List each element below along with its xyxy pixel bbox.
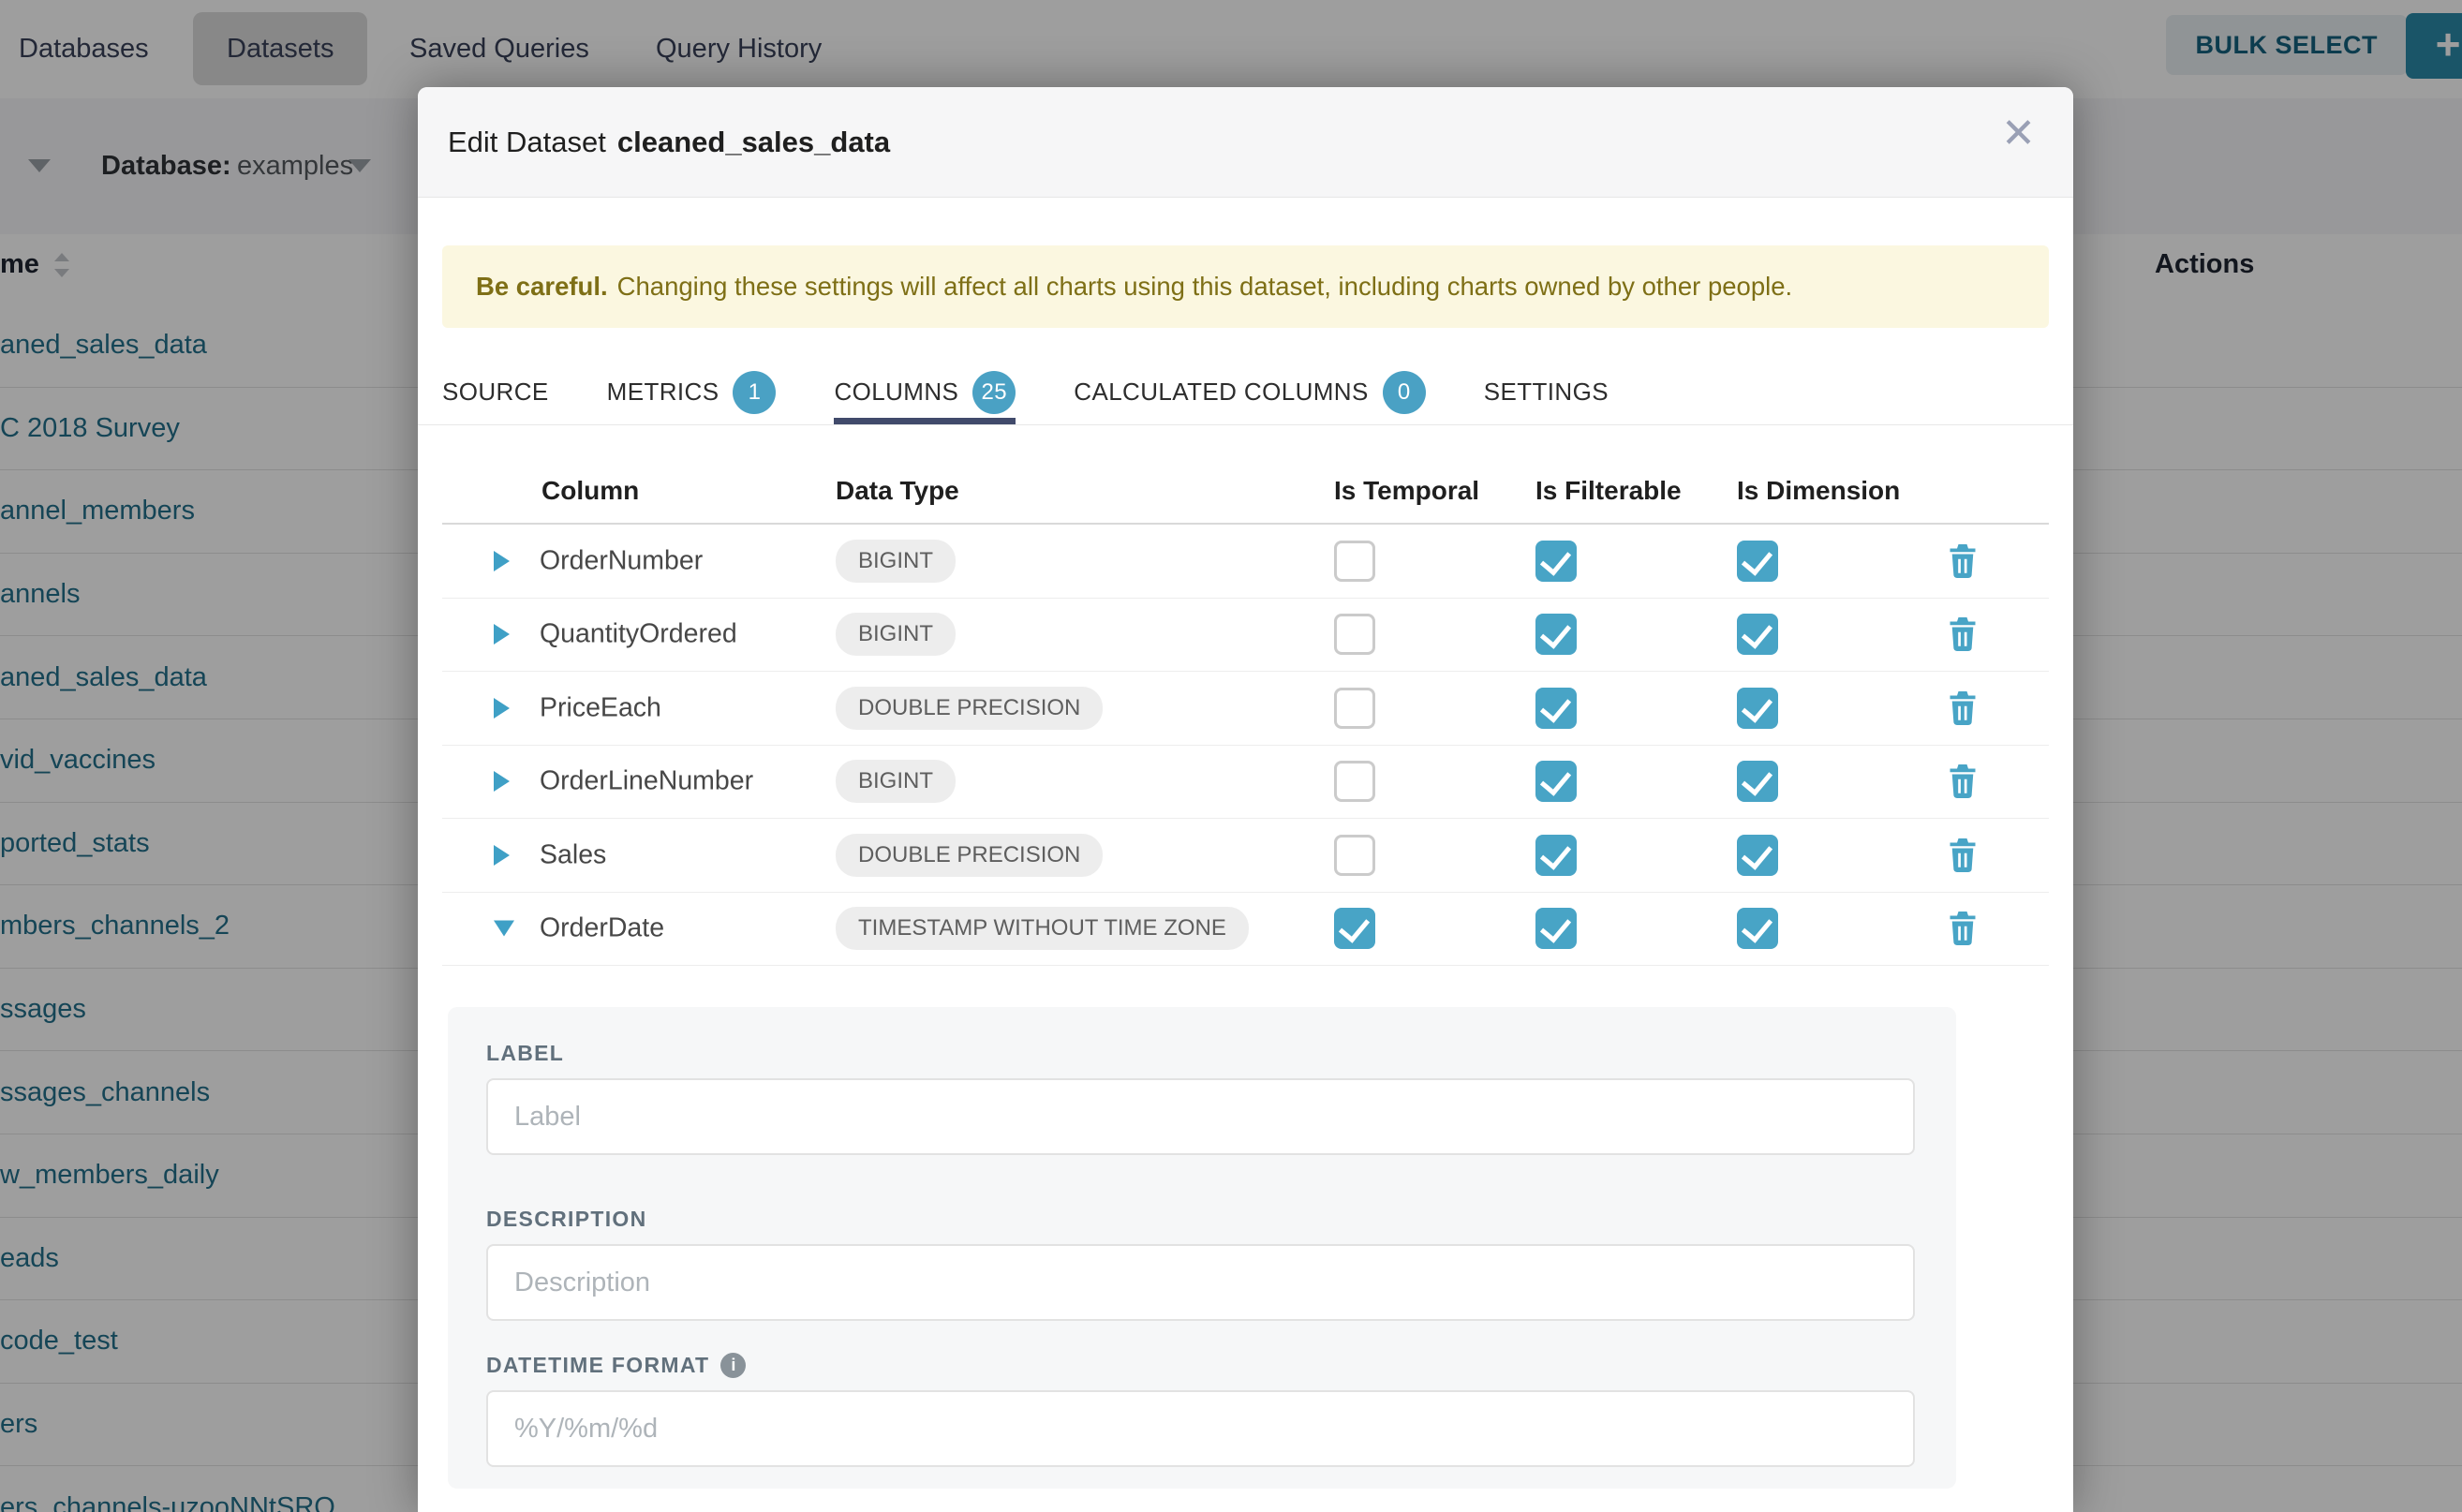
is-dimension-checkbox[interactable] (1737, 688, 1778, 729)
header-is-filterable: Is Filterable (1535, 476, 1682, 506)
datetime-format-input[interactable] (486, 1390, 1915, 1467)
is-temporal-checkbox[interactable] (1334, 688, 1375, 729)
is-filterable-checkbox[interactable] (1535, 835, 1577, 876)
is-dimension-checkbox[interactable] (1737, 541, 1778, 582)
expand-caret-icon[interactable] (494, 698, 510, 719)
tab-label: CALCULATED COLUMNS (1074, 378, 1368, 407)
header-data-type: Data Type (836, 476, 959, 506)
is-dimension-checkbox[interactable] (1737, 614, 1778, 655)
is-temporal-checkbox[interactable] (1334, 761, 1375, 802)
label-input[interactable] (486, 1078, 1915, 1155)
collapse-caret-icon[interactable] (494, 921, 514, 937)
tab-calculated-columns[interactable]: CALCULATED COLUMNS 0 (1074, 360, 1425, 424)
data-type-pill: TIMESTAMP WITHOUT TIME ZONE (836, 907, 1249, 950)
table-row: QuantityOrdered BIGINT (442, 599, 2049, 673)
delete-icon[interactable] (1946, 837, 1980, 874)
tab-metrics[interactable]: METRICS 1 (607, 360, 777, 424)
description-field-label: DESCRIPTION (486, 1207, 1956, 1232)
delete-icon[interactable] (1946, 615, 1980, 653)
column-detail-panel: LABEL DESCRIPTION DATETIME FORMAT i (448, 1007, 1956, 1489)
is-filterable-checkbox[interactable] (1535, 688, 1577, 729)
edit-dataset-modal: Edit Dataset cleaned_sales_data ✕ Be care… (418, 87, 2073, 1512)
modal-title: Edit Dataset cleaned_sales_data (448, 126, 890, 159)
modal-tabs: SOURCE METRICS 1 COLUMNS 25 CALCULATED COL… (418, 360, 2073, 425)
data-type-pill: BIGINT (836, 540, 956, 583)
is-filterable-checkbox[interactable] (1535, 761, 1577, 802)
is-temporal-checkbox[interactable] (1334, 908, 1375, 949)
expand-caret-icon[interactable] (494, 845, 510, 866)
column-name: Sales (540, 839, 606, 870)
table-row: OrderLineNumber BIGINT (442, 746, 2049, 820)
table-row-expanded: OrderDate TIMESTAMP WITHOUT TIME ZONE (442, 893, 2049, 967)
is-temporal-checkbox[interactable] (1334, 614, 1375, 655)
table-row: PriceEach DOUBLE PRECISION (442, 672, 2049, 746)
header-column: Column (541, 476, 639, 506)
column-name: OrderDate (540, 913, 664, 944)
expand-caret-icon[interactable] (494, 624, 510, 645)
tab-settings[interactable]: SETTINGS (1484, 360, 1609, 424)
count-badge: 25 (972, 371, 1016, 414)
columns-table-header: Column Data Type Is Temporal Is Filterab… (442, 425, 2049, 525)
tab-columns[interactable]: COLUMNS 25 (834, 360, 1016, 424)
is-dimension-checkbox[interactable] (1737, 908, 1778, 949)
delete-icon[interactable] (1946, 910, 1980, 947)
count-badge: 1 (733, 371, 776, 414)
data-type-pill: DOUBLE PRECISION (836, 687, 1103, 730)
count-badge: 0 (1383, 371, 1426, 414)
table-row: OrderNumber BIGINT (442, 525, 2049, 599)
is-temporal-checkbox[interactable] (1334, 541, 1375, 582)
datetime-format-field-label: DATETIME FORMAT i (486, 1353, 1956, 1378)
delete-icon[interactable] (1946, 542, 1980, 580)
description-input[interactable] (486, 1244, 1915, 1321)
label-field-label: LABEL (486, 1041, 1956, 1066)
data-type-pill: BIGINT (836, 613, 956, 656)
is-filterable-checkbox[interactable] (1535, 541, 1577, 582)
header-is-temporal: Is Temporal (1334, 476, 1479, 506)
column-name: QuantityOrdered (540, 619, 737, 650)
is-dimension-checkbox[interactable] (1737, 761, 1778, 802)
table-row: Sales DOUBLE PRECISION (442, 819, 2049, 893)
expand-caret-icon[interactable] (494, 771, 510, 792)
is-dimension-checkbox[interactable] (1737, 835, 1778, 876)
screen: Databases Datasets Saved Queries Query H… (0, 0, 2462, 1512)
tab-label: SOURCE (442, 378, 549, 407)
warning-banner: Be careful. Changing these settings will… (442, 245, 2049, 328)
modal-title-dataset-name: cleaned_sales_data (617, 126, 890, 158)
delete-icon[interactable] (1946, 763, 1980, 800)
columns-table: Column Data Type Is Temporal Is Filterab… (442, 425, 2049, 966)
data-type-pill: DOUBLE PRECISION (836, 834, 1103, 877)
info-icon[interactable]: i (720, 1353, 746, 1378)
tab-source[interactable]: SOURCE (442, 360, 549, 424)
tab-label: SETTINGS (1484, 378, 1609, 407)
is-temporal-checkbox[interactable] (1334, 835, 1375, 876)
is-filterable-checkbox[interactable] (1535, 614, 1577, 655)
modal-header: Edit Dataset cleaned_sales_data ✕ (418, 87, 2073, 198)
warning-banner-bold: Be careful. (476, 272, 608, 302)
delete-icon[interactable] (1946, 689, 1980, 727)
modal-title-prefix: Edit Dataset (448, 126, 606, 158)
warning-banner-text: Changing these settings will affect all … (617, 272, 1793, 302)
tab-label: METRICS (607, 378, 719, 407)
column-name: OrderNumber (540, 545, 703, 576)
header-is-dimension: Is Dimension (1737, 476, 1900, 506)
data-type-pill: BIGINT (836, 760, 956, 803)
close-icon[interactable]: ✕ (2001, 113, 2036, 155)
expand-caret-icon[interactable] (494, 551, 510, 571)
column-name: OrderLineNumber (540, 766, 753, 797)
column-name: PriceEach (540, 692, 661, 723)
tab-label: COLUMNS (834, 378, 958, 407)
is-filterable-checkbox[interactable] (1535, 908, 1577, 949)
